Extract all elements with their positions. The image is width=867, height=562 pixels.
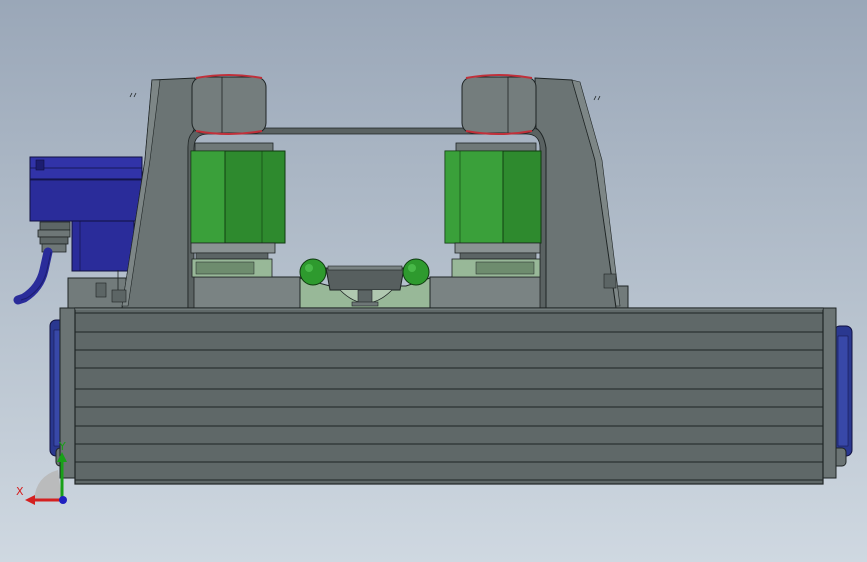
triad-z-axis [59,496,67,504]
cad-viewport[interactable]: X Y [0,0,867,562]
triad-x-label: X [16,485,24,498]
cable [13,247,53,305]
cable-gland [37,221,71,253]
cad-model [13,74,853,505]
right-motor [444,142,542,278]
junction-box-lower [71,220,135,272]
right-ball [402,258,430,286]
triad-y-label: Y [59,440,66,453]
right-cap [461,74,537,135]
right-column [534,77,621,309]
base-extrusion [59,307,837,485]
coordinate-triad [25,452,67,505]
left-ball [299,258,327,286]
left-cap [191,74,267,135]
left-motor [190,142,286,278]
triad-shadow [34,470,62,500]
